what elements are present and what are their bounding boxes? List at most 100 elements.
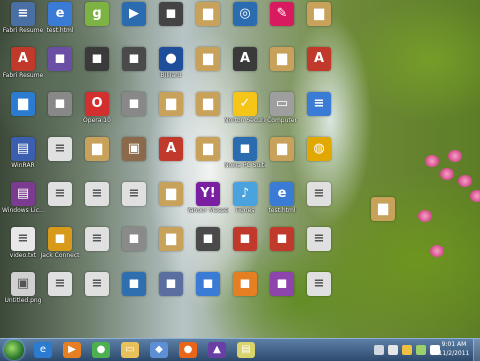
clock[interactable]: 9:01 AM 11/2/2011 (432, 340, 476, 358)
document-icon: ≡ (85, 227, 109, 251)
media-player-icon[interactable]: ▶ (63, 342, 81, 358)
desktop-shortcut-label: test.html (268, 207, 296, 214)
show-desktop-button[interactable] (473, 339, 480, 361)
desktop-shortcut[interactable]: ◼ (113, 47, 155, 91)
folder-icon: ▆ (307, 2, 331, 26)
desktop-shortcut[interactable]: e test.html (39, 2, 81, 46)
desktop-shortcut[interactable]: ▆ (362, 197, 404, 241)
desktop-shortcut[interactable]: A (150, 137, 192, 181)
desktop-shortcut[interactable]: ≡ video.txt (2, 227, 44, 271)
desktop-shortcut[interactable]: ◼ (187, 227, 229, 271)
desktop-shortcut[interactable]: ▤ Windows Lic... (2, 182, 44, 226)
desktop-shortcut[interactable]: ◼ (150, 2, 192, 46)
app-icon: ◼ (196, 272, 220, 296)
desktop-shortcut[interactable]: ▆ (187, 2, 229, 46)
start-button[interactable] (4, 340, 24, 360)
desktop-shortcut-label: Jack Connect (40, 252, 80, 259)
folder-icon: ▆ (159, 92, 183, 116)
desktop-shortcut-label: Billiard (160, 72, 182, 79)
desktop-shortcut[interactable]: ▆ (2, 92, 44, 136)
desktop-shortcut[interactable]: ▆ (76, 137, 118, 181)
desktop-shortcut[interactable]: ≡ (298, 272, 340, 316)
desktop-shortcut[interactable]: ▣ (113, 137, 155, 181)
chrome-icon[interactable]: ● (92, 342, 110, 358)
explorer-icon[interactable]: ▭ (121, 342, 139, 358)
desktop-shortcut[interactable]: ◼ (113, 227, 155, 271)
desktop-shortcut[interactable]: ≡ (39, 272, 81, 316)
flag-icon[interactable] (402, 345, 412, 355)
desktop-shortcut[interactable]: ◼ (150, 272, 192, 316)
ie-icon[interactable]: e (34, 342, 52, 358)
desktop-shortcut[interactable]: ▆ (298, 2, 340, 46)
desktop-shortcut[interactable]: ▆ (150, 92, 192, 136)
desktop-shortcut[interactable]: ▆ (261, 47, 303, 91)
desktop-shortcut[interactable]: ◼ (113, 92, 155, 136)
desktop-shortcut[interactable]: g (76, 2, 118, 46)
volume-icon[interactable] (388, 345, 398, 355)
desktop-shortcut[interactable]: ◼ (224, 227, 266, 271)
desktop-shortcut[interactable]: ≡ (39, 182, 81, 226)
desktop-shortcut[interactable]: ◼ Jack Connect (39, 227, 81, 271)
network-icon[interactable] (374, 345, 384, 355)
desktop-shortcut[interactable]: ◎ (224, 2, 266, 46)
desktop-shortcut[interactable]: Y!Yahoo! Messenger (187, 182, 229, 226)
folder-icon: ▆ (159, 182, 183, 206)
app-icon: ◼ (122, 272, 146, 296)
desktop-shortcut[interactable]: ▆ (187, 47, 229, 91)
desktop-shortcut[interactable]: ≡ Fabri Resume (2, 2, 44, 46)
desktop-shortcut[interactable]: ▶ (113, 2, 155, 46)
desktop-shortcut[interactable]: ≡ (298, 182, 340, 226)
flower-icon (470, 190, 480, 202)
desktop-shortcut[interactable]: ◼ (224, 272, 266, 316)
desktop-shortcut[interactable]: ≡ (113, 182, 155, 226)
visual-studio-icon[interactable]: ▲ (208, 342, 226, 358)
app-icon: ◼ (85, 47, 109, 71)
document-icon: ≡ (48, 137, 72, 161)
desktop-shortcut[interactable]: ◼ (261, 227, 303, 271)
desktop-shortcut[interactable]: ≡ (39, 137, 81, 181)
desktop-shortcut[interactable]: ▆ (187, 137, 229, 181)
desktop-shortcut[interactable]: ◍ (298, 137, 340, 181)
flower-icon (458, 175, 472, 187)
desktop-shortcut[interactable]: ● Billiard (150, 47, 192, 91)
desktop-shortcut[interactable]: ◼ (261, 272, 303, 316)
desktop-shortcut[interactable]: e test.html (261, 182, 303, 226)
globe-icon: ◍ (307, 137, 331, 161)
flower-icon (440, 168, 454, 180)
desktop-shortcut[interactable]: ≡ (76, 182, 118, 226)
desktop-shortcut[interactable]: ◼ (187, 272, 229, 316)
document-icon: ≡ (307, 92, 331, 116)
desktop-shortcut[interactable]: ▣ Untitled.png (2, 272, 44, 316)
desktop-shortcut[interactable]: ▆ (150, 227, 192, 271)
firefox-icon[interactable]: ● (179, 342, 197, 358)
desktop-shortcut[interactable]: ✎ (261, 2, 303, 46)
desktop-shortcut[interactable]: ▤ WinRAR (2, 137, 44, 181)
app-icon: ◼ (48, 47, 72, 71)
virtualbox-icon[interactable]: ◆ (150, 342, 168, 358)
desktop-shortcut[interactable]: ◼ Nokia PC Suite (224, 137, 266, 181)
desktop-shortcut[interactable]: A Fabri Resume (2, 47, 44, 91)
desktop-shortcut[interactable]: ✓Norton Security Scan (224, 92, 266, 136)
desktop-shortcut[interactable]: ♪ iTunes (224, 182, 266, 226)
desktop-shortcut[interactable]: ▆ (150, 182, 192, 226)
document-icon: ≡ (48, 272, 72, 296)
desktop-shortcut[interactable]: A (224, 47, 266, 91)
desktop-shortcut[interactable]: ▆ (187, 92, 229, 136)
notes-icon[interactable]: ▤ (237, 342, 255, 358)
desktop-shortcut[interactable]: A (298, 47, 340, 91)
desktop-shortcut[interactable]: ▆ (261, 137, 303, 181)
app-icon: ◼ (159, 2, 183, 26)
desktop-shortcut[interactable]: ◼ (39, 92, 81, 136)
desktop-shortcut[interactable]: ≡ (298, 92, 340, 136)
battery-icon[interactable] (416, 345, 426, 355)
desktop-shortcut[interactable]: ◼ (76, 47, 118, 91)
desktop-shortcut[interactable]: ▭ Computer (261, 92, 303, 136)
desktop-shortcut[interactable]: O Opera 10 (76, 92, 118, 136)
desktop-shortcut[interactable]: ≡ (76, 272, 118, 316)
desktop-shortcut[interactable]: ◼ (113, 272, 155, 316)
desktop-shortcut[interactable]: ≡ (76, 227, 118, 271)
app-icon: ◼ (48, 92, 72, 116)
desktop-shortcut[interactable]: ◼ (39, 47, 81, 91)
folder-icon: ▆ (196, 47, 220, 71)
desktop-shortcut[interactable]: ≡ (298, 227, 340, 271)
